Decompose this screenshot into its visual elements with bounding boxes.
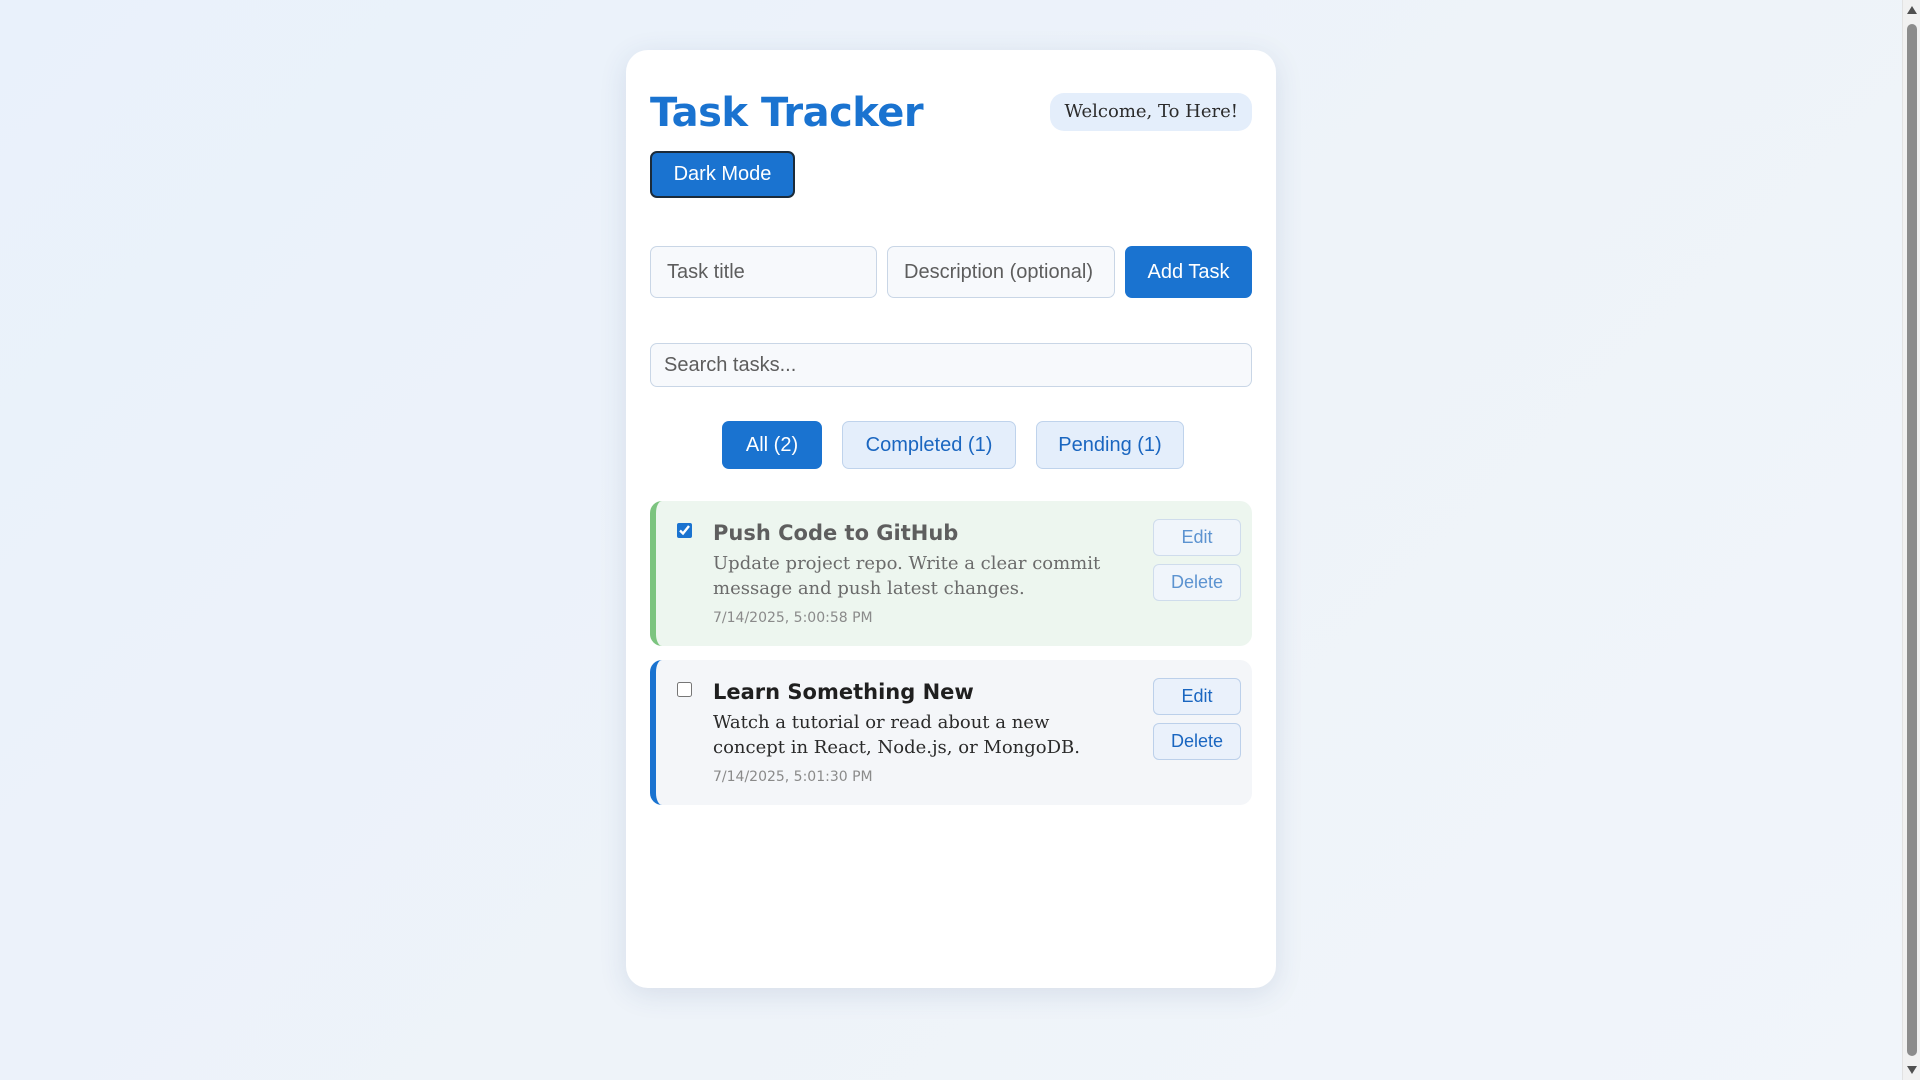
filter-pending-button[interactable]: Pending (1) (1036, 421, 1184, 469)
add-task-button[interactable]: Add Task (1125, 246, 1252, 298)
task-complete-checkbox[interactable] (677, 682, 692, 697)
task-complete-checkbox[interactable] (677, 523, 692, 538)
welcome-badge: Welcome, To Here! (1050, 93, 1252, 131)
delete-task-button[interactable]: Delete (1153, 564, 1241, 601)
task-item-completed: Push Code to GitHub Update project repo.… (650, 501, 1252, 646)
filter-all-button[interactable]: All (2) (722, 421, 822, 469)
task-item-pending: Learn Something New Watch a tutorial or … (650, 660, 1252, 805)
task-timestamp: 7/14/2025, 5:00:58 PM (713, 610, 873, 626)
task-description: Update project repo. Write a clear commi… (713, 553, 1101, 599)
header: Task Tracker Welcome, To Here! Dark Mode (650, 90, 1252, 210)
scroll-up-arrow-icon[interactable] (1907, 6, 1917, 14)
delete-task-button[interactable]: Delete (1153, 723, 1241, 760)
task-description: Watch a tutorial or read about a new con… (713, 712, 1080, 758)
search-input[interactable] (650, 343, 1252, 387)
edit-task-button[interactable]: Edit (1153, 678, 1241, 715)
vertical-scrollbar[interactable] (1902, 0, 1920, 1080)
scroll-down-arrow-icon[interactable] (1907, 1066, 1917, 1074)
task-title: Push Code to GitHub (713, 521, 959, 545)
app-title: Task Tracker (650, 90, 924, 136)
task-timestamp: 7/14/2025, 5:01:30 PM (713, 769, 873, 785)
filter-bar: All (2) Completed (1) Pending (1) (626, 421, 1276, 469)
task-title: Learn Something New (713, 680, 974, 704)
dark-mode-button[interactable]: Dark Mode (650, 151, 795, 198)
task-tracker-card: Task Tracker Welcome, To Here! Dark Mode… (626, 50, 1276, 988)
add-task-form: Add Task (650, 246, 1252, 298)
task-title-input[interactable] (650, 246, 877, 298)
filter-completed-button[interactable]: Completed (1) (842, 421, 1016, 469)
task-description-input[interactable] (887, 246, 1115, 298)
edit-task-button[interactable]: Edit (1153, 519, 1241, 556)
scrollbar-thumb[interactable] (1907, 24, 1917, 1056)
